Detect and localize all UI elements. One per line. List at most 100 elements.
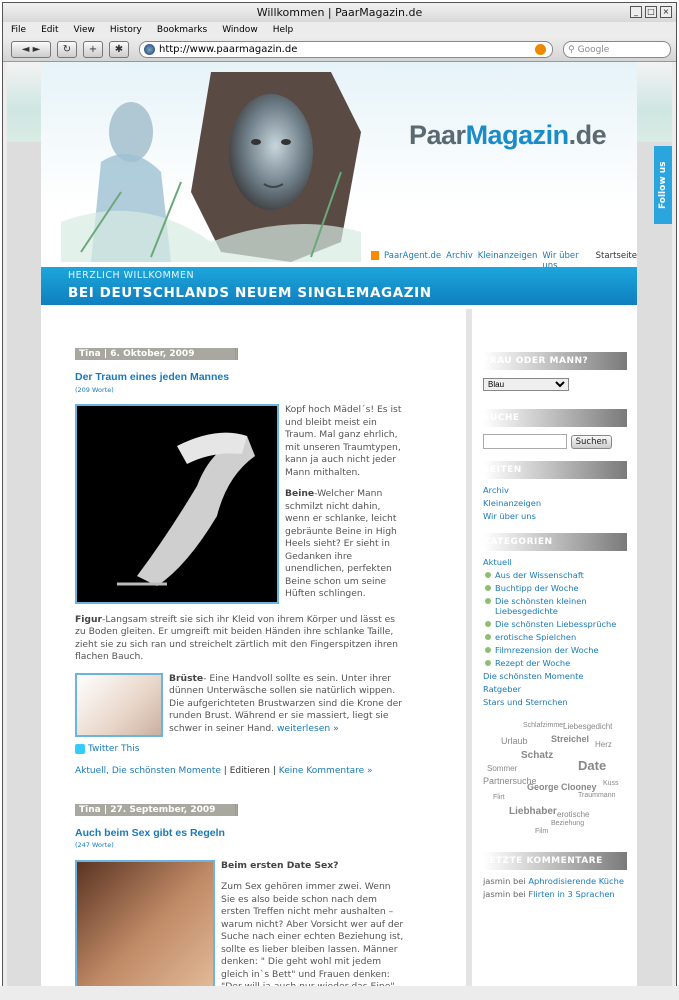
sidebar-search-input[interactable] [483, 434, 567, 449]
post-paragraph-figur: Figur-Langsam streift sie sich ihr Kleid… [75, 614, 405, 664]
post-title[interactable]: Auch beim Sex gibt es Regeln [75, 827, 405, 840]
tag[interactable]: erotische [557, 810, 589, 819]
post-title[interactable]: Der Traum eines jeden Mannes [75, 371, 405, 384]
comment-post-link[interactable]: Flirten in 3 Sprachen [528, 889, 614, 899]
tag[interactable]: Schatz [521, 750, 553, 761]
page-link-archiv[interactable]: Archiv [483, 485, 631, 495]
tag[interactable]: Herz [595, 740, 612, 749]
edit-link[interactable]: Editieren [230, 766, 270, 776]
category-item[interactable]: Die schönsten kleinen Liebesgedichte [485, 596, 631, 616]
rss-icon[interactable] [535, 44, 546, 55]
post-date: Tina | 6. Oktober, 2009 [75, 348, 238, 360]
menu-view[interactable]: View [74, 22, 95, 38]
category-item[interactable]: Buchtipp der Woche [485, 583, 631, 593]
tag[interactable]: Date [578, 758, 606, 773]
menu-help[interactable]: Help [273, 22, 294, 38]
post-categories[interactable]: Aktuell, Die schönsten Momente [75, 766, 221, 776]
post-date: Tina | 27. September, 2009 [75, 803, 238, 816]
menu-bar: File Edit View History Bookmarks Window … [3, 22, 676, 38]
tag[interactable]: Liebhaber [509, 806, 557, 817]
tag[interactable]: Streichel [551, 734, 589, 744]
twitter-icon [75, 743, 85, 754]
color-select[interactable]: Blau [483, 378, 569, 391]
menu-file[interactable]: File [11, 22, 26, 38]
category-item[interactable]: Filmrezension der Woche [485, 645, 631, 655]
category-item[interactable]: Stars und Sternchen [483, 697, 631, 707]
widget-title-letzte-kommentare: LETZTE KOMMENTARE [483, 852, 627, 870]
tag[interactable]: Urlaub [501, 736, 528, 746]
post-image-couple[interactable] [75, 859, 215, 987]
comment-item: jasmin bei Aphrodisierende Küche [483, 876, 631, 886]
comment-author: jasmin bei [483, 889, 526, 899]
comment-post-link[interactable]: Aphrodisierende Küche [528, 876, 624, 886]
page-link-kleinanzeigen[interactable]: Kleinanzeigen [483, 498, 631, 508]
menu-window[interactable]: Window [222, 22, 258, 38]
bug-icon[interactable]: ✱ [109, 41, 129, 58]
add-bookmark-icon[interactable]: + [83, 41, 103, 58]
tag-cloud: Schlafzimmer Liebesgedicht Urlaub Streic… [483, 722, 631, 852]
follow-us-tab[interactable]: Follow us [654, 146, 672, 224]
comment-author: jasmin bei [483, 876, 526, 886]
tag[interactable]: Beziehung [551, 820, 584, 827]
tag[interactable]: Liebesgedicht [563, 722, 612, 731]
reload-icon[interactable]: ↻ [57, 41, 77, 58]
comments-link[interactable]: Keine Kommentare » [279, 766, 373, 776]
tag[interactable]: Flirt [493, 794, 505, 801]
browser-search-input[interactable]: ⚲ Google [563, 41, 671, 58]
read-more-link[interactable]: weiterlesen » [277, 723, 339, 734]
menu-bookmarks[interactable]: Bookmarks [157, 22, 207, 38]
status-bar [0, 986, 679, 1000]
back-forward-button[interactable]: ◄ ► [11, 41, 51, 58]
twitter-share[interactable]: Twitter This [75, 743, 405, 756]
category-item[interactable]: Aus der Wissenschaft [485, 570, 631, 580]
pages-list: Archiv Kleinanzeigen Wir über uns [483, 485, 631, 521]
welcome-banner: HERZLICH WILLKOMMEN BEI DEUTSCHLANDS NEU… [41, 267, 637, 305]
maximize-button[interactable]: □ [645, 6, 657, 18]
category-aktuell[interactable]: Aktuell [483, 557, 631, 567]
category-item[interactable]: Rezept der Woche [485, 658, 631, 668]
header-artwork [61, 72, 361, 262]
sidebar-search-button[interactable]: Suchen [570, 434, 613, 449]
page-link-wir-ueber-uns[interactable]: Wir über uns [483, 511, 631, 521]
minimize-button[interactable]: _ [630, 6, 642, 18]
site-page: PaarMagazin.de PaarAgent.de Archiv Klein… [41, 62, 637, 987]
close-button[interactable]: × [660, 6, 672, 18]
window-title: Willkommen | PaarMagazin.de [256, 6, 423, 19]
category-item[interactable]: Die schönsten Liebessprüche [485, 619, 631, 629]
category-item[interactable]: erotische Spielchen [485, 632, 631, 642]
widget-title-kategorien: KATEGORIEN [483, 533, 627, 551]
word-count: (247 Worte) [75, 841, 114, 849]
page-viewport: Follow us PaarMagazin.de PaarAgent.de Ar… [7, 62, 672, 987]
category-item[interactable]: Ratgeber [483, 684, 631, 694]
site-header: PaarMagazin.de PaarAgent.de Archiv Klein… [41, 62, 637, 271]
tag[interactable]: George Clooney [527, 782, 597, 792]
sidebar-search: Suchen [483, 434, 631, 449]
widget-title-suche: SUCHE [483, 409, 627, 427]
browser-window: Willkommen | PaarMagazin.de _ □ × File E… [2, 2, 677, 998]
search-icon: ⚲ [568, 44, 575, 55]
tag[interactable]: Film [535, 828, 548, 835]
twitter-label: Twitter This [88, 743, 140, 754]
site-logo[interactable]: PaarMagazin.de [409, 120, 607, 151]
column-separator [466, 309, 472, 987]
menu-history[interactable]: History [110, 22, 142, 38]
menu-edit[interactable]: Edit [41, 22, 58, 38]
title-bar: Willkommen | PaarMagazin.de _ □ × [3, 3, 676, 22]
word-count: (209 Worte) [75, 385, 114, 394]
rss-feed-icon[interactable] [371, 251, 380, 260]
comment-item: jasmin bei Flirten in 3 Sprachen [483, 889, 631, 899]
tag[interactable]: Schlafzimmer [523, 722, 565, 729]
recent-comments: jasmin bei Aphrodisierende Küche jasmin … [483, 876, 631, 899]
tag[interactable]: Traummann [578, 792, 615, 799]
search-placeholder: Google [577, 44, 610, 55]
post-image-legs[interactable] [75, 404, 279, 604]
heading-figur: Figur [75, 613, 103, 625]
text-beine: -Welcher Mann schmilzt nicht dahin, wenn… [285, 488, 397, 599]
category-item[interactable]: Die schönsten Momente [483, 671, 631, 681]
widget-title-seiten: SEITEN [483, 461, 627, 479]
url-bar[interactable]: http://www.paarmagazin.de [139, 41, 553, 58]
post-image-small[interactable] [75, 672, 163, 737]
heading-beine: Beine [285, 488, 315, 499]
tag[interactable]: Sommer [487, 764, 517, 773]
tag[interactable]: Kuss [603, 780, 619, 787]
